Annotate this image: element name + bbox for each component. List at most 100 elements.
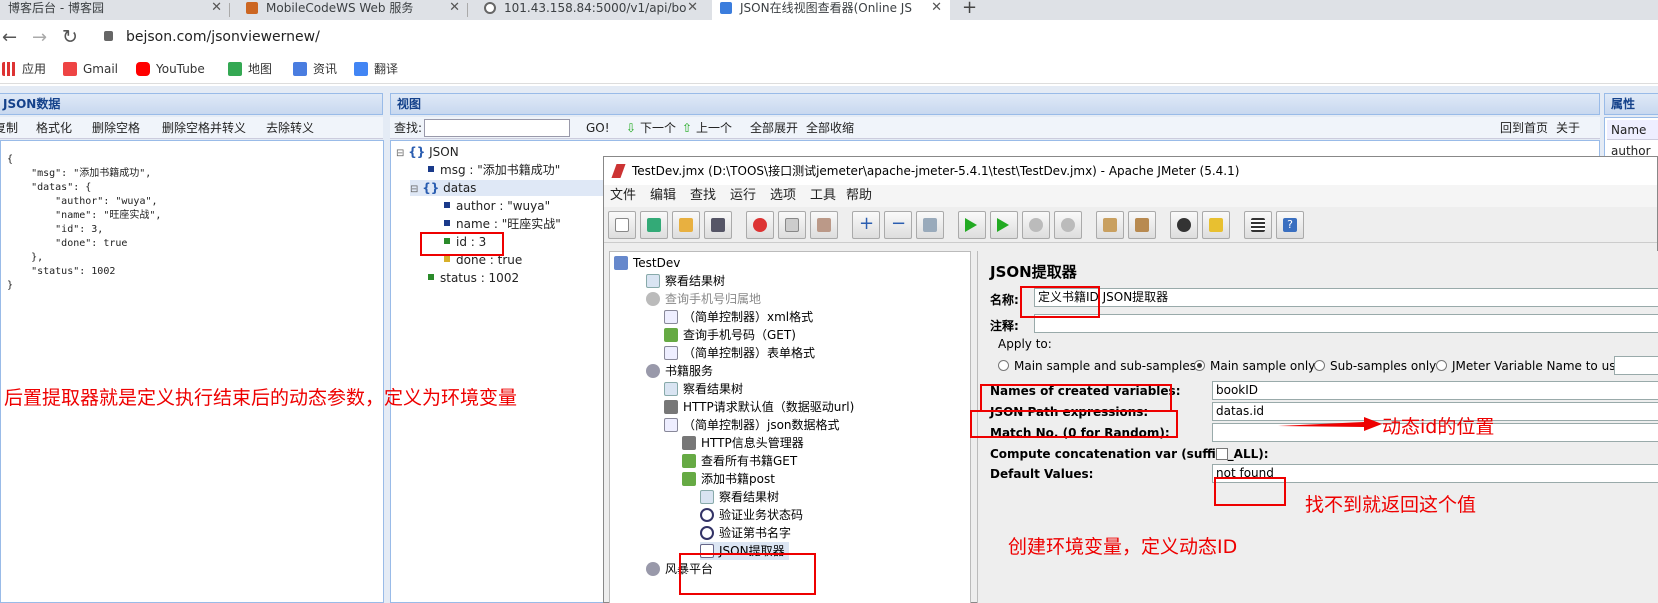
expand-icon[interactable]: +: [852, 211, 880, 239]
shutdown-icon[interactable]: [1054, 211, 1082, 239]
menu-options[interactable]: 选项: [770, 185, 796, 207]
radio-main-and-sub[interactable]: Main sample and sub-samples: [998, 359, 1196, 373]
variables-field[interactable]: bookID: [1212, 381, 1658, 400]
collapse-all-button[interactable]: 全部收缩: [806, 117, 854, 139]
go-button[interactable]: GO!: [586, 117, 610, 139]
unescape-button[interactable]: 去除转义: [266, 117, 314, 139]
tree-item[interactable]: TestDev: [614, 254, 680, 272]
collapse-icon[interactable]: −: [884, 211, 912, 239]
tree-item[interactable]: 察看结果树: [646, 272, 725, 290]
menu-edit[interactable]: 编辑: [650, 185, 676, 207]
jmeter-variable-field[interactable]: [1614, 356, 1658, 375]
tree-item[interactable]: （简单控制器）表单格式: [664, 344, 815, 362]
radio-sub-only[interactable]: Sub-samples only: [1314, 359, 1436, 373]
radio-jmeter-variable[interactable]: JMeter Variable Name to use: [1436, 359, 1623, 373]
close-icon[interactable]: ✕: [687, 0, 698, 16]
tree-item[interactable]: （简单控制器）json数据格式: [664, 416, 840, 434]
search-input[interactable]: [424, 119, 570, 137]
url-text[interactable]: bejson.com/jsonviewernew/: [126, 29, 320, 45]
collapse-icon[interactable]: ⊟: [396, 148, 404, 159]
tree-node-datas[interactable]: ⊟ {} datas: [410, 180, 630, 196]
home-link[interactable]: 回到首页: [1500, 117, 1548, 139]
tree-item[interactable]: 书籍服务: [646, 362, 713, 380]
comment-field[interactable]: [1034, 314, 1658, 333]
tree-item[interactable]: HTTP请求默认值（数据驱动url): [664, 398, 854, 416]
remove-spaces-button[interactable]: 删除空格: [92, 117, 140, 139]
about-link[interactable]: 关于: [1556, 117, 1580, 139]
start-icon[interactable]: [958, 211, 986, 239]
tree-item[interactable]: 查看所有书籍GET: [682, 452, 797, 470]
clear-all-icon[interactable]: [1128, 211, 1156, 239]
bookmark-youtube[interactable]: YouTube: [136, 60, 205, 78]
menu-search[interactable]: 查找: [690, 185, 716, 207]
forward-arrow-icon[interactable]: →: [32, 27, 47, 48]
tree-node-name[interactable]: name : "旺座实战": [444, 216, 561, 232]
menu-file[interactable]: 文件: [610, 185, 636, 207]
json-text[interactable]: { "msg": "添加书籍成功", "datas": { "author": …: [7, 153, 161, 293]
bookmark-news[interactable]: 资讯: [293, 60, 337, 78]
radio-main-only[interactable]: Main sample only: [1194, 359, 1315, 373]
browser-tab[interactable]: 博客后台 - 博客园 ✕: [0, 0, 230, 20]
remove-spaces-escape-button[interactable]: 删除空格并转义: [162, 117, 246, 139]
menu-tools[interactable]: 工具: [810, 185, 836, 207]
menu-run[interactable]: 运行: [730, 185, 756, 207]
stop-icon[interactable]: [1022, 211, 1050, 239]
clear-icon[interactable]: [1096, 211, 1124, 239]
close-icon[interactable]: ✕: [449, 0, 460, 16]
format-button[interactable]: 格式化: [36, 117, 72, 139]
next-button[interactable]: 下一个: [640, 117, 676, 139]
radio-button-selected[interactable]: [1194, 360, 1205, 371]
bookmark-maps[interactable]: 地图: [228, 60, 272, 78]
tree-item[interactable]: 验证业务状态码: [700, 506, 803, 524]
bookmark-translate[interactable]: 翻译: [354, 60, 398, 78]
broom-icon[interactable]: [1202, 211, 1230, 239]
close-icon[interactable]: ✕: [931, 0, 942, 16]
tree-item[interactable]: 查询手机号归属地: [646, 290, 761, 308]
reload-icon[interactable]: ↻: [62, 26, 78, 48]
tree-item[interactable]: 验证第书名字: [700, 524, 791, 542]
browser-tab-active[interactable]: JSON在线视图查看器(Online JS ✕: [712, 0, 950, 20]
browser-tab[interactable]: 101.43.158.84:5000/v1/api/bo ✕: [476, 0, 706, 20]
expand-all-button[interactable]: 全部展开: [750, 117, 798, 139]
json-input-area[interactable]: { "msg": "添加书籍成功", "datas": { "author": …: [0, 140, 384, 603]
open-icon[interactable]: [672, 211, 700, 239]
back-arrow-icon[interactable]: ←: [2, 27, 17, 48]
binoculars-icon[interactable]: [1170, 211, 1198, 239]
browser-tab[interactable]: MobileCodeWS Web 服务 ✕: [238, 0, 468, 20]
close-icon[interactable]: ✕: [211, 0, 222, 16]
radio-button[interactable]: [1436, 360, 1447, 371]
tree-item[interactable]: 查询手机号码（GET): [664, 326, 796, 344]
tree-item[interactable]: （简单控制器）xml格式: [664, 308, 813, 326]
name-field[interactable]: 定义书籍ID JSON提取器: [1034, 288, 1658, 307]
toggle-icon[interactable]: [916, 211, 944, 239]
tree-node-author[interactable]: author : "wuya": [444, 198, 550, 214]
prev-button[interactable]: 上一个: [696, 117, 732, 139]
help-icon[interactable]: ?: [1276, 211, 1304, 239]
tree-item[interactable]: 添加书籍post: [682, 470, 775, 488]
start-no-pause-icon[interactable]: [990, 211, 1018, 239]
function-helper-icon[interactable]: [1244, 211, 1272, 239]
new-tab-button[interactable]: +: [962, 0, 977, 18]
templates-icon[interactable]: [640, 211, 668, 239]
tree-item[interactable]: 察看结果树: [664, 380, 743, 398]
radio-button[interactable]: [998, 360, 1009, 371]
radio-button[interactable]: [1314, 360, 1325, 371]
tree-item[interactable]: HTTP信息头管理器: [682, 434, 804, 452]
tree-node-json[interactable]: ⊟ {} JSON: [396, 144, 459, 160]
copy-button[interactable]: 复制: [0, 117, 18, 139]
save-icon[interactable]: [704, 211, 732, 239]
collapse-icon[interactable]: ⊟: [410, 184, 418, 195]
concat-checkbox[interactable]: [1216, 448, 1228, 460]
bookmark-gmail[interactable]: Gmail: [63, 60, 118, 78]
menu-help[interactable]: 帮助: [846, 185, 872, 207]
cut-icon[interactable]: [746, 211, 774, 239]
tree-node-status[interactable]: status : 1002: [428, 270, 519, 286]
tree-node-msg[interactable]: msg : "添加书籍成功": [428, 162, 560, 178]
bookmark-apps[interactable]: 应用: [2, 60, 46, 78]
copy-icon[interactable]: [778, 211, 806, 239]
attr-column-header[interactable]: Name: [1607, 120, 1658, 140]
new-icon[interactable]: [608, 211, 636, 239]
paste-icon[interactable]: [810, 211, 838, 239]
tree-item[interactable]: 察看结果树: [700, 488, 779, 506]
jmeter-title-bar: TestDev.jmx (D:\TOOS\接口测试jemeter\apache-…: [604, 157, 1657, 185]
